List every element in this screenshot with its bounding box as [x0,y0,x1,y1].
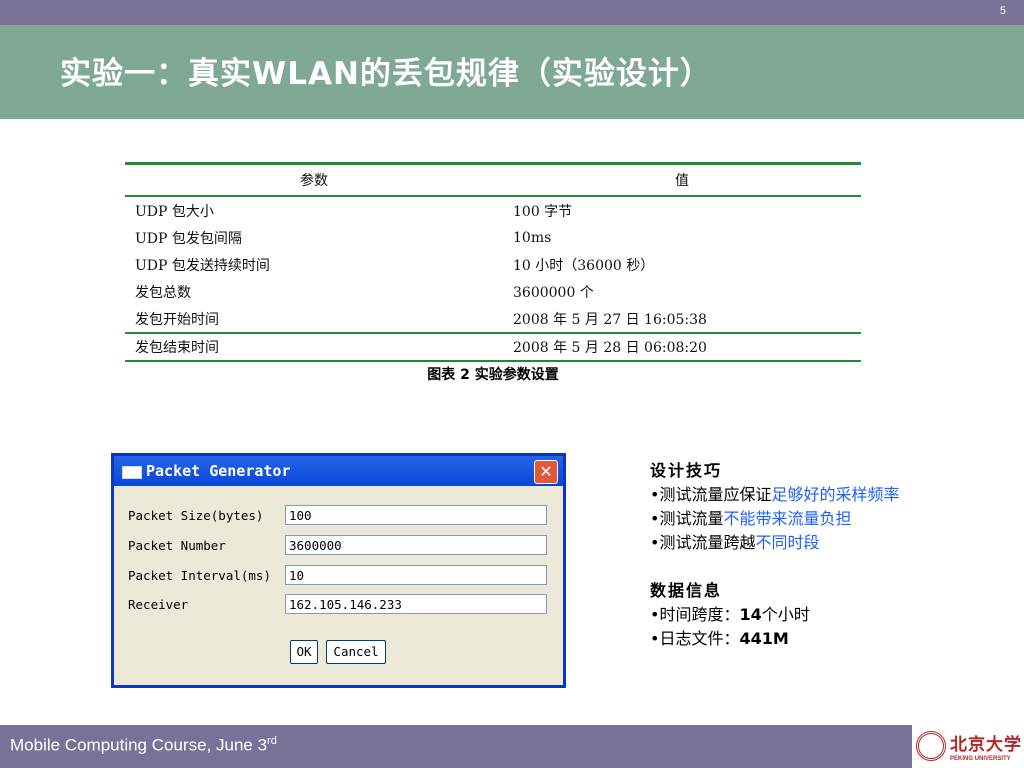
param-name: UDP 包发送持续时间 [135,257,270,274]
table-caption: 图表 2 实验参数设置 [427,367,559,383]
tip-highlight: 不同时段 [755,533,820,552]
param-value: 10 小时（36000 秒） [513,257,655,274]
param-value: 10ms [513,229,552,246]
table-row: UDP 包发送持续时间 10 小时（36000 秒） [125,251,861,278]
param-name: 发包总数 [135,284,191,301]
tip-highlight: 足够好的采样频率 [771,485,900,504]
dialog-titlebar[interactable]: Packet Generator ✕ [114,456,563,486]
packet-size-label: Packet Size(bytes) [128,508,264,523]
packet-size-input[interactable]: 100 [285,505,547,525]
table-row: UDP 包大小 100 字节 [125,196,861,224]
param-name: 发包结束时间 [125,332,503,362]
top-bar: 5 [0,0,1024,25]
data-label: 日志文件： [659,629,740,648]
data-item: •日志文件：441M [650,627,950,651]
seal-icon [916,731,946,761]
tip-text: 测试流量 [659,509,724,528]
data-heading: 数据信息 [650,581,723,600]
cancel-button[interactable]: Cancel [326,640,386,664]
receiver-input[interactable]: 162.105.146.233 [285,594,547,614]
data-suffix: 个小时 [761,605,810,624]
tip-item: •测试流量应保证足够好的采样频率 [650,483,950,507]
tip-item: •测试流量跨越不同时段 [650,531,950,555]
ok-button[interactable]: OK [290,640,318,664]
dialog-body: Packet Size(bytes) 100 Packet Number 360… [114,486,563,685]
packet-number-label: Packet Number [128,538,226,553]
tip-text: 测试流量跨越 [659,533,756,552]
footer-superscript: rd [267,735,277,747]
tip-item: •测试流量不能带来流量负担 [650,507,950,531]
close-icon[interactable]: ✕ [534,460,558,484]
logo-name: 北京大学 [950,735,1022,755]
table-header-value: 值 [503,162,861,197]
slide-number: 5 [999,5,1006,17]
tips-heading: 设计技巧 [650,461,723,480]
receiver-label: Receiver [128,597,189,612]
param-name: UDP 包大小 [135,203,214,220]
param-name: 发包开始时间 [135,311,219,328]
window-icon [122,466,142,479]
table-row: 发包开始时间 2008 年 5 月 27 日 16:05:38 [125,305,861,333]
logo-subtitle: PEKING UNIVERSITY [950,756,1011,762]
notes-spacer [650,555,950,579]
param-value: 100 字节 [513,203,573,220]
footer-text: Mobile Computing Course, June 3rd [10,735,277,756]
data-value: 441M [739,629,789,648]
data-label: 时间跨度： [659,605,740,624]
table-header-param: 参数 [125,162,503,197]
table-row: UDP 包发包间隔 10ms [125,224,861,251]
data-value: 14 [739,605,762,624]
param-name: UDP 包发包间隔 [135,230,242,247]
packet-interval-input[interactable]: 10 [285,565,547,585]
packet-number-input[interactable]: 3600000 [285,535,547,555]
dialog-title: Packet Generator [146,462,291,480]
param-value: 2008 年 5 月 28 日 06:08:20 [503,332,861,362]
param-value: 2008 年 5 月 27 日 16:05:38 [513,311,707,328]
parameter-table: 参数 值 UDP 包大小 100 字节 UDP 包发包间隔 10ms UDP 包… [125,162,861,362]
data-item: •时间跨度：14个小时 [650,603,950,627]
param-value: 3600000 个 [513,284,594,301]
notes-panel: 设计技巧 •测试流量应保证足够好的采样频率 •测试流量不能带来流量负担 •测试流… [650,459,950,651]
tip-highlight: 不能带来流量负担 [723,509,852,528]
footer-label: Mobile Computing Course, June 3 [10,735,268,755]
university-logo: 北京大学 PEKING UNIVERSITY [912,725,1024,768]
packet-generator-dialog: Packet Generator ✕ Packet Size(bytes) 10… [111,453,566,688]
table-row: 发包总数 3600000 个 [125,278,861,305]
packet-interval-label: Packet Interval(ms) [128,568,271,583]
table-row: 发包结束时间 2008 年 5 月 28 日 06:08:20 [125,332,861,362]
tip-text: 测试流量应保证 [659,485,772,504]
slide-title: 实验一：真实WLAN的丢包规律（实验设计） [60,56,712,92]
